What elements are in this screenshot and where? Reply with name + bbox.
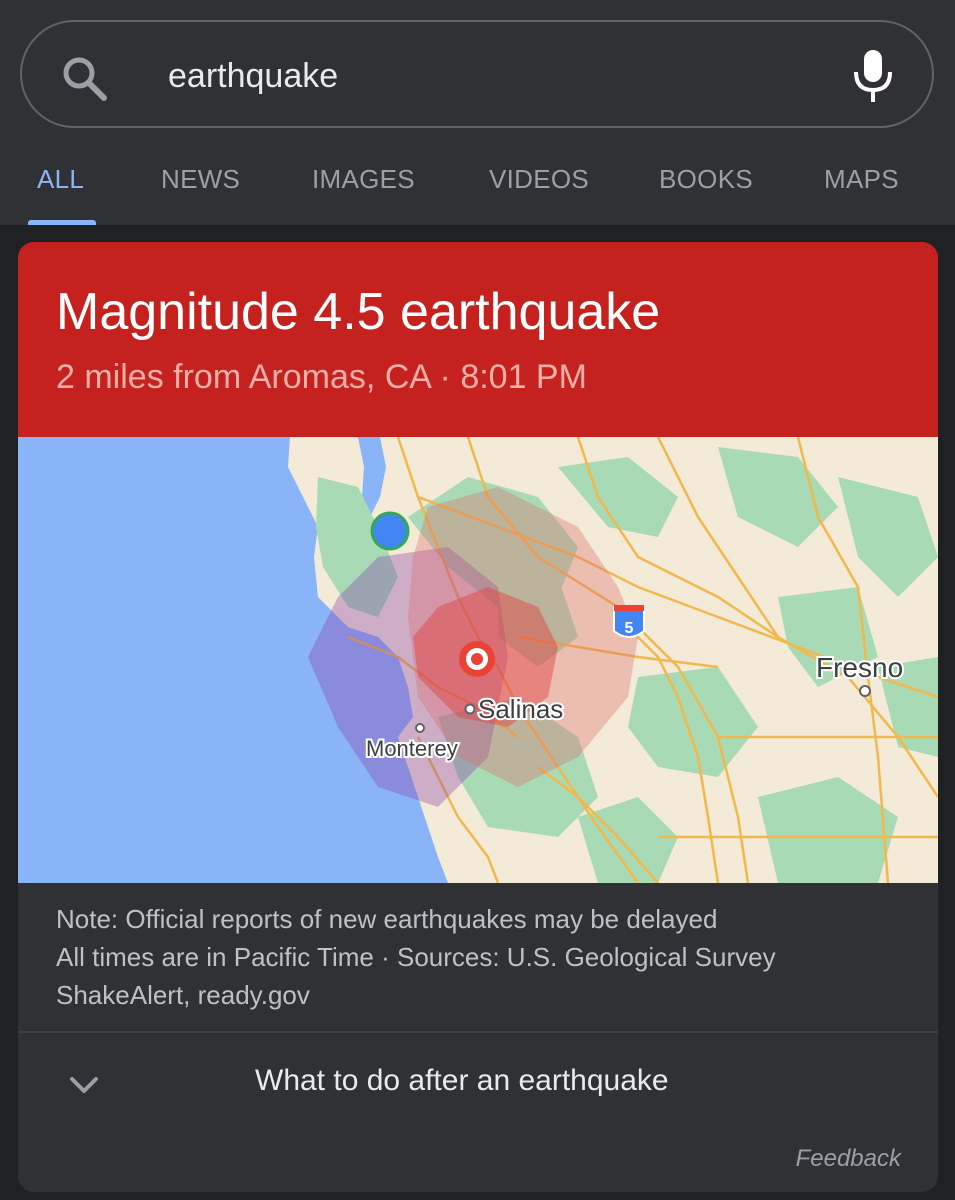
user-location-marker	[370, 511, 410, 551]
highway-number: 5	[625, 620, 634, 637]
note-sources-more: ShakeAlert, ready.gov	[56, 980, 310, 1010]
search-header: earthquake ALL NEWS IMAGES VIDEOS BOOKS …	[0, 0, 955, 225]
tab-videos[interactable]: VIDEOS	[489, 164, 589, 195]
search-tabs: ALL NEWS IMAGES VIDEOS BOOKS MAPS	[0, 150, 955, 225]
what-to-do-label[interactable]: What to do after an earthquake	[255, 1061, 669, 1101]
earthquake-card: Magnitude 4.5 earthquake 2 miles from Ar…	[18, 242, 938, 1192]
map-label-salinas: Salinas	[478, 694, 563, 724]
monterey-dot	[415, 723, 425, 733]
epicenter-marker[interactable]	[459, 641, 495, 677]
active-tab-indicator	[28, 220, 96, 225]
feedback-link[interactable]: Feedback	[796, 1144, 901, 1174]
search-bar[interactable]: earthquake	[20, 20, 934, 128]
map-label-fresno: Fresno	[816, 652, 903, 683]
salinas-dot	[464, 703, 476, 715]
earthquake-banner: Magnitude 4.5 earthquake 2 miles from Ar…	[18, 242, 938, 437]
search-icon[interactable]	[60, 54, 108, 102]
earthquake-subtitle: 2 miles from Aromas, CA · 8:01 PM	[56, 358, 587, 396]
note-sources: All times are in Pacific Time · Sources:…	[56, 942, 776, 972]
highway-5-shield: 5	[613, 605, 645, 638]
note-delay: Note: Official reports of new earthquake…	[56, 904, 718, 934]
tab-books[interactable]: BOOKS	[659, 164, 753, 195]
tab-maps[interactable]: MAPS	[824, 164, 899, 195]
earthquake-map[interactable]: 5 Salinas Monterey Fresno	[18, 437, 938, 883]
search-input[interactable]: earthquake	[168, 54, 338, 98]
earthquake-title: Magnitude 4.5 earthquake	[56, 283, 661, 341]
source-notes: Note: Official reports of new earthquake…	[56, 900, 916, 1014]
tab-news[interactable]: NEWS	[161, 164, 240, 195]
what-to-do-expander[interactable]: What to do after an earthquake	[18, 1033, 938, 1143]
tab-images[interactable]: IMAGES	[312, 164, 415, 195]
map-label-monterey: Monterey	[366, 736, 458, 761]
chevron-down-icon[interactable]	[68, 1069, 100, 1101]
fresno-dot	[859, 685, 871, 697]
tab-all[interactable]: ALL	[37, 164, 84, 195]
microphone-icon[interactable]	[850, 48, 896, 104]
